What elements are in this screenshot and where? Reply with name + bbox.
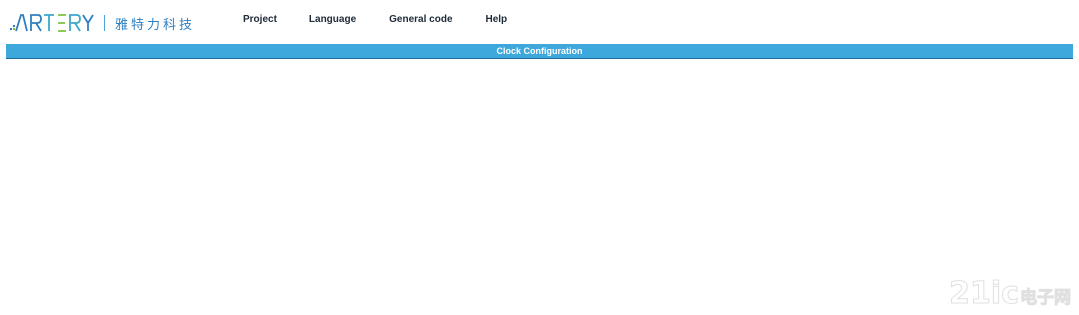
menu-item-project[interactable]: Project <box>243 14 277 25</box>
company-name-cn: 雅特力科技 <box>115 17 196 33</box>
21ic-watermark: 21ic 电子网 <box>949 276 1072 311</box>
menu-item-general-code[interactable]: General code <box>389 14 452 25</box>
artery-logo: 雅特力科技 <box>10 10 195 36</box>
menu-item-help[interactable]: Help <box>486 14 508 25</box>
content-area <box>6 59 1073 315</box>
app-window: 雅特力科技 Project Language General code Help… <box>0 0 1079 315</box>
logo-divider <box>104 15 105 31</box>
artery-logo-mark <box>10 14 94 32</box>
page-title: Clock Configuration <box>496 46 583 56</box>
watermark-text: 电子网 <box>1020 288 1072 308</box>
top-bar: 雅特力科技 Project Language General code Help <box>0 0 1079 44</box>
menu-item-language[interactable]: Language <box>309 14 356 25</box>
clock-configuration-title-bar: Clock Configuration <box>6 44 1073 59</box>
watermark-number: 21ic <box>949 276 1020 311</box>
main-menu: Project Language General code Help <box>243 14 507 25</box>
